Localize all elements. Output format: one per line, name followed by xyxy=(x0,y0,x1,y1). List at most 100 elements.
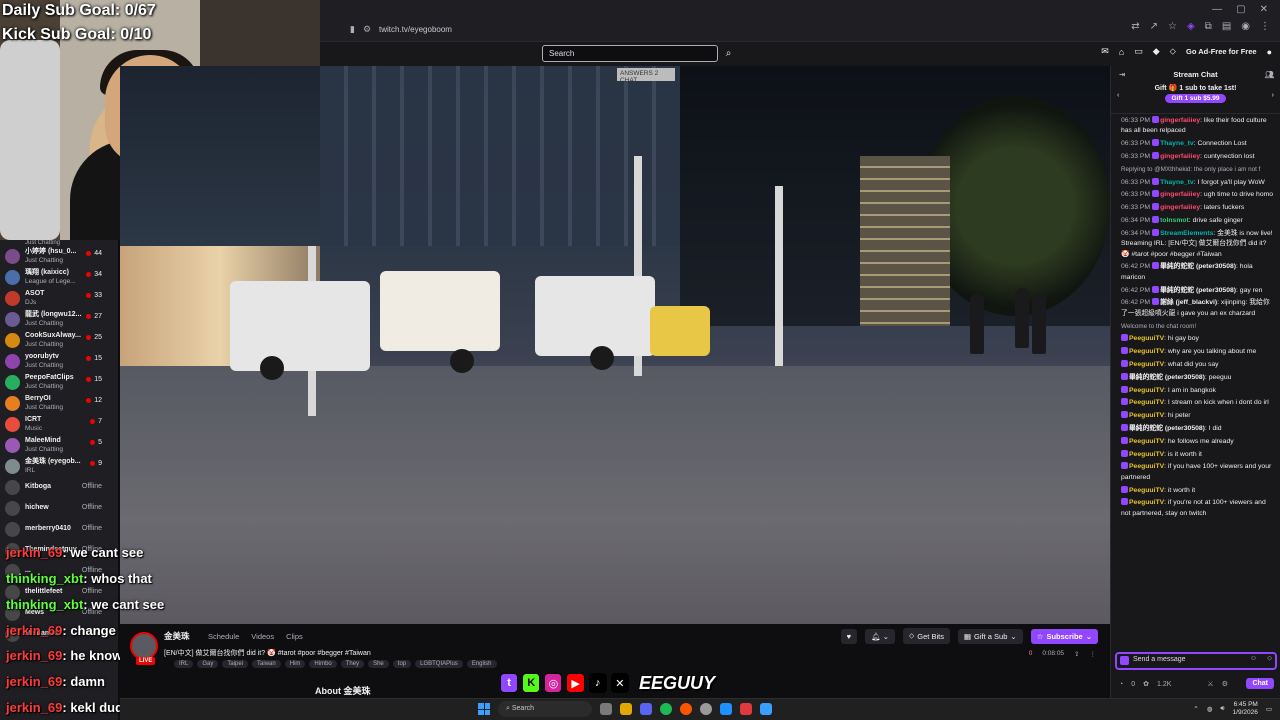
video-player[interactable]: ANSWERS 2 CHAT xyxy=(120,66,1110,624)
chevron-right-icon[interactable]: › xyxy=(1272,92,1274,99)
minimize-icon[interactable]: — xyxy=(1212,4,1222,15)
bookmark-icon[interactable]: ▮ xyxy=(350,24,355,35)
chat-username[interactable]: gingerfaiiiey xyxy=(1160,204,1200,211)
chat-username[interactable]: PeeguuiTV xyxy=(1129,412,1164,419)
taskbar-search[interactable]: ⌕ Search xyxy=(498,701,592,717)
inbox-icon[interactable]: ⌂ xyxy=(1119,47,1124,57)
sidebar-channel[interactable]: CookSuxAlway... Just Chatting 25 xyxy=(0,330,118,351)
stream-tag[interactable]: LGBTQIAPlus xyxy=(415,660,463,668)
stream-tag[interactable]: She xyxy=(368,660,389,668)
chat-username[interactable]: PeeguuiTV xyxy=(1129,387,1164,394)
sidebar-channel[interactable]: Kitboga Offline xyxy=(0,477,118,498)
users-icon[interactable]: 👥︎ xyxy=(1264,66,1274,84)
profile-icon[interactable]: ◉ xyxy=(1241,21,1250,32)
share-icon[interactable]: ↗ xyxy=(1150,21,1158,32)
menu-icon[interactable]: ⋮ xyxy=(1260,21,1270,32)
notifications-icon[interactable]: ◆ xyxy=(1153,46,1160,57)
file-explorer-icon[interactable] xyxy=(620,703,632,715)
chat-username[interactable]: 畢純的蛇蛇 (peter30508) xyxy=(1160,263,1236,270)
go-ad-free-button[interactable]: Go Ad-Free for Free xyxy=(1186,47,1257,56)
stream-tag[interactable]: Gay xyxy=(197,660,219,668)
search-input[interactable]: Search xyxy=(542,45,718,62)
task-view-icon[interactable] xyxy=(600,703,612,715)
chat-username[interactable]: PeeguuiTV xyxy=(1129,399,1164,406)
more-options-icon[interactable]: ⋮ xyxy=(1090,650,1097,658)
sidebar-icon[interactable]: ▤ xyxy=(1222,21,1231,32)
sidebar-channel[interactable]: 瑀翔 (kaixicc) League of Lege... 34 xyxy=(0,267,118,288)
sidebar-channel[interactable]: 小婷婷 (hsu_0... Just Chatting 44 xyxy=(0,246,118,267)
sidebar-channel[interactable]: ICRT Music 7 xyxy=(0,414,118,435)
maximize-icon[interactable]: ▢ xyxy=(1236,4,1245,15)
chat-username[interactable]: PeeguuiTV xyxy=(1129,438,1164,445)
notification-bell-icon[interactable]: 🔔︎ ⌄ xyxy=(865,628,896,644)
chat-username[interactable]: 謝絲 (jeff_blackvi) xyxy=(1160,299,1217,306)
tab-schedule[interactable]: Schedule xyxy=(208,632,239,641)
brave-icon[interactable] xyxy=(740,703,752,715)
share-icon[interactable]: ⇪ xyxy=(1074,650,1079,658)
chat-input[interactable]: Send a message ☺ ⬦ xyxy=(1115,652,1277,670)
clock[interactable]: 6:45 PM 1/9/2026 xyxy=(1233,701,1258,717)
get-bits-button[interactable]: ⬦ Get Bits xyxy=(903,628,950,644)
url-text[interactable]: twitch.tv/eyegoboom xyxy=(379,25,452,34)
chat-username[interactable]: 畢純的蛇蛇 (peter30508) xyxy=(1129,425,1205,432)
tab-videos[interactable]: Videos xyxy=(251,632,274,641)
settings-app-icon[interactable] xyxy=(700,703,712,715)
channel-name[interactable]: 金美珠 xyxy=(164,630,190,642)
sidebar-channel[interactable]: 金美珠 (eyegob... IRL 9 xyxy=(0,456,118,477)
translate-icon[interactable]: ⇄ xyxy=(1131,21,1139,32)
follow-heart-icon[interactable]: ♥ xyxy=(840,628,858,644)
sidebar-channel[interactable]: BerryOI Just Chatting 12 xyxy=(0,393,118,414)
address-bar[interactable]: ▮ ⚙ twitch.tv/eyegoboom xyxy=(350,21,870,38)
sidebar-channel[interactable]: hichew Offline xyxy=(0,498,118,519)
close-icon[interactable]: ✕ xyxy=(1260,4,1268,15)
stream-tag[interactable]: They xyxy=(340,660,365,668)
network-icon[interactable]: ◍ xyxy=(1207,705,1213,713)
chevron-up-icon[interactable]: ⌃ xyxy=(1193,705,1198,713)
stream-tag[interactable]: IRL xyxy=(174,660,194,668)
site-info-icon[interactable]: ⚙ xyxy=(363,24,371,35)
channel-points-icon[interactable]: ◔ xyxy=(1119,681,1123,688)
bits-icon[interactable]: ⬦ xyxy=(1267,655,1272,663)
gift-sub-button[interactable]: ▦ Gift a Sub ⌄ xyxy=(957,628,1023,644)
chat-username[interactable]: PeeguuiTV xyxy=(1129,463,1164,470)
chat-username[interactable]: PeeguuiTV xyxy=(1129,451,1164,458)
moderator-icon[interactable]: ⚔ xyxy=(1207,680,1213,688)
whispers-icon[interactable]: ▭ xyxy=(1134,46,1143,57)
chat-send-button[interactable]: Chat xyxy=(1246,678,1274,689)
chat-username[interactable]: PeeguuiTV xyxy=(1129,348,1164,355)
chat-username[interactable]: PeeguuiTV xyxy=(1129,487,1164,494)
browser-icon[interactable] xyxy=(680,703,692,715)
extension-icon[interactable]: ◈ xyxy=(1187,21,1195,32)
chat-username[interactable]: PeeguuiTV xyxy=(1129,335,1164,342)
chat-username[interactable]: Thayne_tv xyxy=(1160,179,1194,186)
sidebar-channel[interactable]: PeepoFatClips Just Chatting 15 xyxy=(0,372,118,393)
stream-tag[interactable]: Taiwan xyxy=(252,660,281,668)
emote-icon[interactable]: ☺ xyxy=(1250,655,1257,662)
channel-avatar[interactable] xyxy=(130,632,158,660)
chat-username[interactable]: gingerfaiiiey xyxy=(1160,117,1200,124)
chat-username[interactable]: PeeguuiTV xyxy=(1129,499,1164,506)
notification-icon[interactable]: ▭ xyxy=(1266,705,1272,713)
chat-username[interactable]: PeeguuiTV xyxy=(1129,361,1164,368)
tab-clips[interactable]: Clips xyxy=(286,632,303,641)
chat-username[interactable]: 畢純的蛇蛇 (peter30508) xyxy=(1129,374,1205,381)
stream-tag[interactable]: top xyxy=(392,660,412,668)
chat-username[interactable]: gingerfaiiiey xyxy=(1160,191,1200,198)
chevron-left-icon[interactable]: ‹ xyxy=(1117,92,1119,99)
discord-icon[interactable] xyxy=(640,703,652,715)
chat-username[interactable]: 畢純的蛇蛇 (peter30508) xyxy=(1160,287,1236,294)
sidebar-channel[interactable]: ASOT DJs 33 xyxy=(0,288,118,309)
windows-start-icon[interactable] xyxy=(478,703,490,715)
star-icon[interactable]: ☆ xyxy=(1168,21,1177,32)
user-avatar[interactable]: ● xyxy=(1267,47,1272,57)
bits-icon[interactable]: ⬦ xyxy=(1170,46,1176,57)
sidebar-channel[interactable]: MaleeMind Just Chatting 5 xyxy=(0,435,118,456)
gift-sub-chat-button[interactable]: Gift 1 sub $5.99 xyxy=(1165,94,1226,103)
stream-tag[interactable]: Him xyxy=(284,660,306,668)
chat-username[interactable]: Thayne_tv xyxy=(1160,140,1194,147)
extensions-icon[interactable]: ⧉ xyxy=(1205,21,1212,32)
app-icon[interactable] xyxy=(720,703,732,715)
sidebar-channel[interactable]: yoorubytv Just Chatting 15 xyxy=(0,351,118,372)
spotify-icon[interactable] xyxy=(660,703,672,715)
activity-icon[interactable]: ✉ xyxy=(1101,46,1109,57)
